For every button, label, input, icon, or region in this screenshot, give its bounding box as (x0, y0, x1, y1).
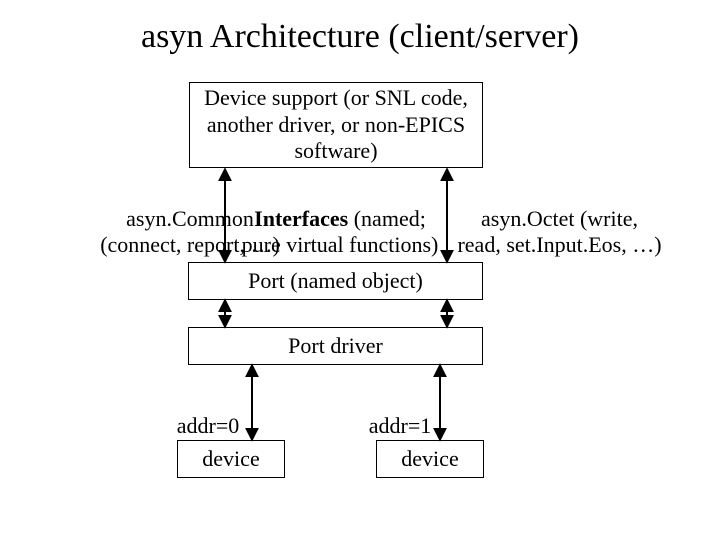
client-box: Device support (or SNL code, another dri… (189, 82, 483, 168)
port-box: Port (named object) (188, 262, 483, 300)
device1-box: device (376, 440, 484, 478)
interfaces-rest: (named; (348, 206, 426, 231)
client-box-text: Device support (or SNL code, another dri… (200, 85, 472, 164)
slide-title: asyn Architecture (client/server) (0, 18, 720, 56)
port-box-text: Port (named object) (248, 268, 423, 294)
asynoctet-line2: read, set.Input.Eos, …) (457, 232, 661, 257)
port-driver-box-text: Port driver (288, 333, 383, 359)
interfaces-line2: pure virtual functions) (242, 232, 439, 257)
device0-box: device (177, 440, 285, 478)
port-driver-box: Port driver (188, 327, 483, 365)
asynoctet-label: asyn.Octet (write, read, set.Input.Eos, … (447, 206, 672, 259)
interfaces-label: Interfaces (named; pure virtual function… (235, 206, 445, 259)
interfaces-name: Interfaces (254, 206, 348, 231)
addr0-label: addr=0 (168, 413, 248, 439)
device1-text: device (401, 446, 458, 472)
slide: asyn Architecture (client/server) Device… (0, 0, 720, 540)
addr1-label: addr=1 (360, 413, 440, 439)
asynoctet-line1: asyn.Octet (write, (481, 206, 638, 231)
device0-text: device (202, 446, 259, 472)
